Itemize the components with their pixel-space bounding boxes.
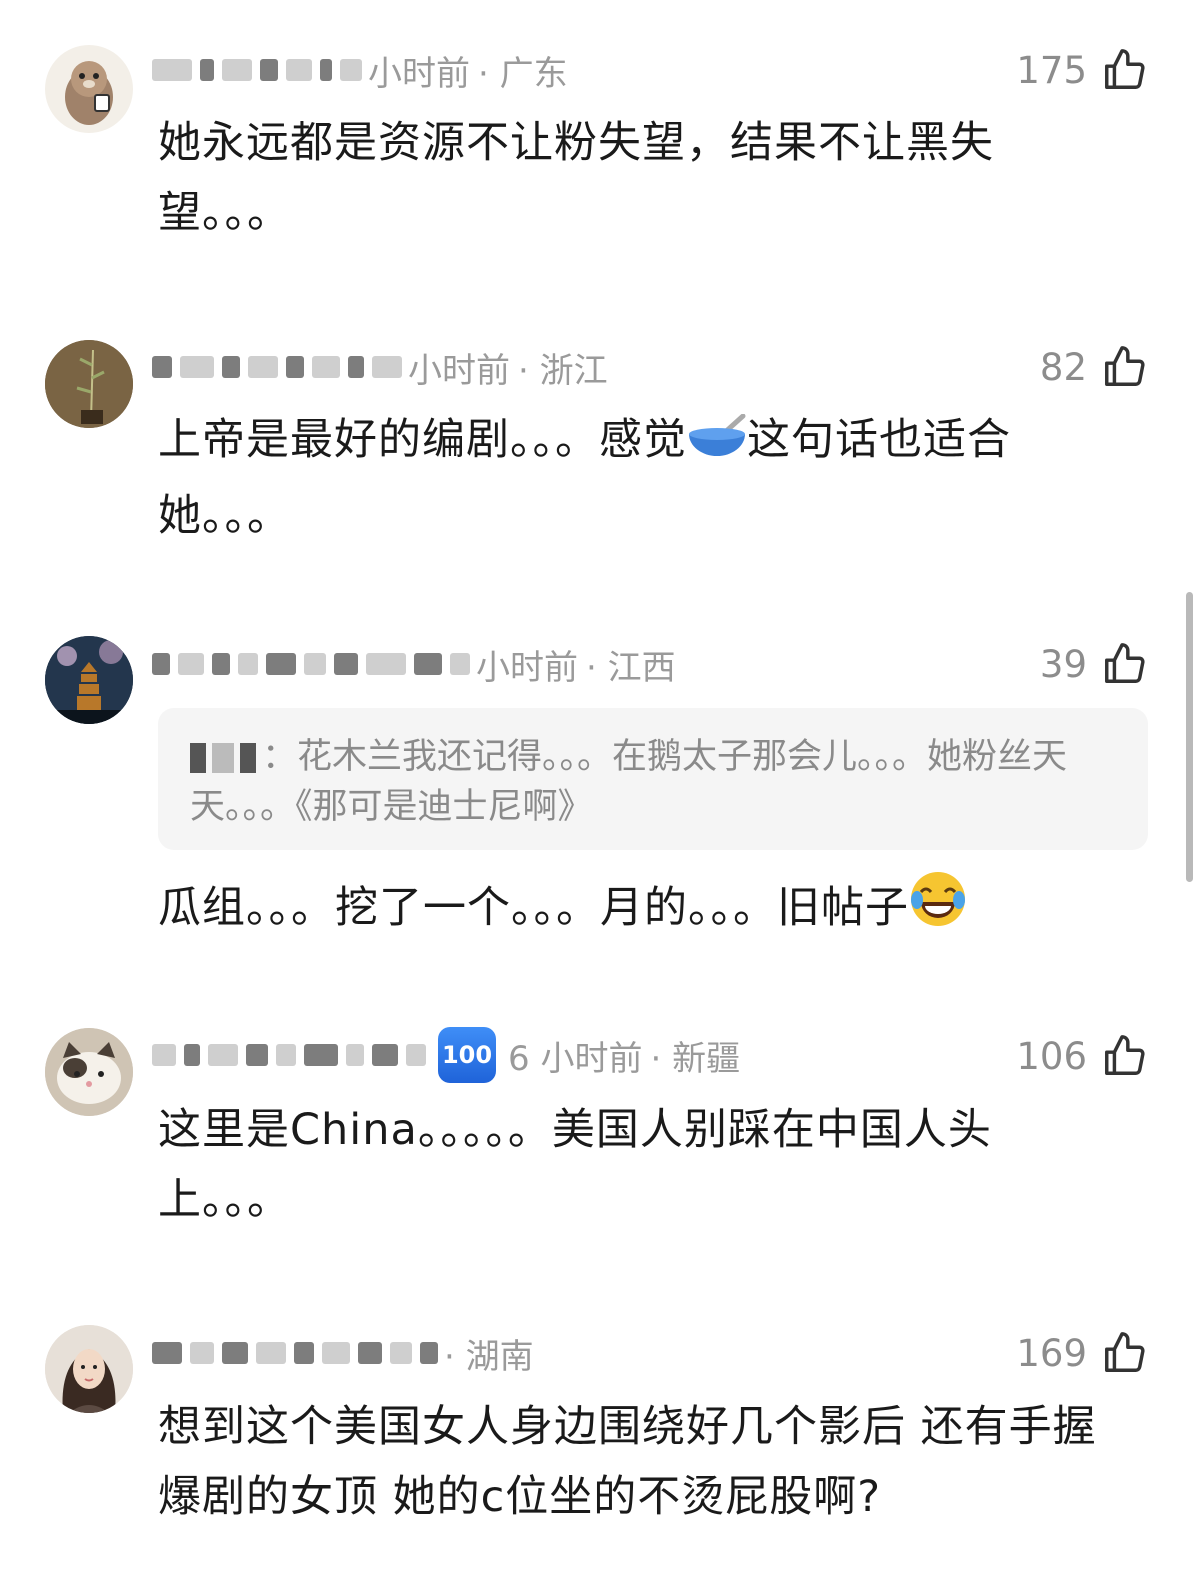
- blurred-username[interactable]: [152, 653, 470, 675]
- blurred-username[interactable]: [152, 59, 362, 81]
- comment-region: · 新疆: [650, 1038, 741, 1079]
- comment-text: 这里是China。。。。。美国人别踩在中国人头上。。。: [158, 1105, 992, 1225]
- quoted-reply[interactable]: ：花木兰我还记得。。。在鹅太子那会儿。。。她粉丝天天。。。《那可是迪士尼啊》: [158, 708, 1148, 850]
- blurred-username[interactable]: [152, 1342, 438, 1364]
- like-button[interactable]: 169: [1016, 1325, 1147, 1381]
- like-button[interactable]: 39: [1040, 636, 1147, 692]
- comment-meta: 100 6 小时前 · 新疆: [152, 1027, 741, 1083]
- like-count: 106: [1016, 1034, 1087, 1078]
- level-badge[interactable]: 100: [438, 1027, 496, 1083]
- comment-meta: 小时前 · 广东: [152, 48, 568, 94]
- quoted-reply-text: ：花木兰我还记得。。。在鹅太子那会儿。。。她粉丝天天。。。《那可是迪士尼啊》: [190, 737, 1068, 827]
- like-button[interactable]: 82: [1040, 339, 1147, 395]
- bamboo-avatar[interactable]: [45, 340, 133, 428]
- comment-text: 想到这个美国女人身边围绕好几个影后 还有手握爆剧的女顶 她的c位坐的不烫屁股啊?: [158, 1402, 1097, 1522]
- comment-time: 6 小时前: [508, 1038, 643, 1079]
- blurred-username[interactable]: [152, 356, 402, 378]
- laughing-emoji: [909, 870, 967, 949]
- cat-avatar[interactable]: [45, 1028, 133, 1116]
- thumbs-up-icon: [1105, 49, 1145, 89]
- comment-region: · 江西: [586, 647, 676, 688]
- comment-time: 小时前: [476, 647, 578, 688]
- comment-time: 小时前: [408, 350, 510, 391]
- like-count: 82: [1039, 345, 1087, 389]
- like-button[interactable]: 106: [1016, 1028, 1147, 1084]
- comment-region: · 广东: [478, 53, 568, 94]
- comment-text: 上帝是最好的编剧。。。感觉 这句话也适合她。。。: [158, 405, 1118, 551]
- like-count: 39: [1039, 642, 1087, 686]
- otter-avatar[interactable]: [45, 45, 133, 133]
- scrollbar[interactable]: [1186, 592, 1193, 882]
- thumbs-up-icon: [1105, 1035, 1145, 1075]
- comment-region: · 浙江: [518, 350, 608, 391]
- girl-avatar[interactable]: [45, 1325, 133, 1413]
- like-count: 169: [1016, 1331, 1087, 1375]
- comment-meta: 小时前 · 江西: [152, 642, 676, 688]
- blurred-quoted-username: [190, 743, 256, 773]
- thumbs-up-icon: [1105, 643, 1145, 683]
- thumbs-up-icon: [1105, 1332, 1145, 1372]
- thumbs-up-icon: [1105, 346, 1145, 386]
- bowl-emoji: [687, 411, 747, 481]
- comment-meta: 小时前 · 浙江: [152, 345, 608, 391]
- comment-time: 小时前: [368, 53, 470, 94]
- comment-text: 瓜组。。。挖了一个。。。月的。。。旧帖子: [158, 870, 1118, 949]
- comment-text: 她永远都是资源不让粉失望，结果不让黑失望。。。: [158, 118, 994, 238]
- comment-meta: · 湖南: [152, 1331, 534, 1377]
- pagoda-avatar[interactable]: [45, 636, 133, 724]
- like-count: 175: [1016, 48, 1087, 92]
- like-button[interactable]: 175: [1016, 42, 1147, 98]
- blurred-username[interactable]: [152, 1044, 426, 1066]
- comment-region: · 湖南: [444, 1336, 534, 1377]
